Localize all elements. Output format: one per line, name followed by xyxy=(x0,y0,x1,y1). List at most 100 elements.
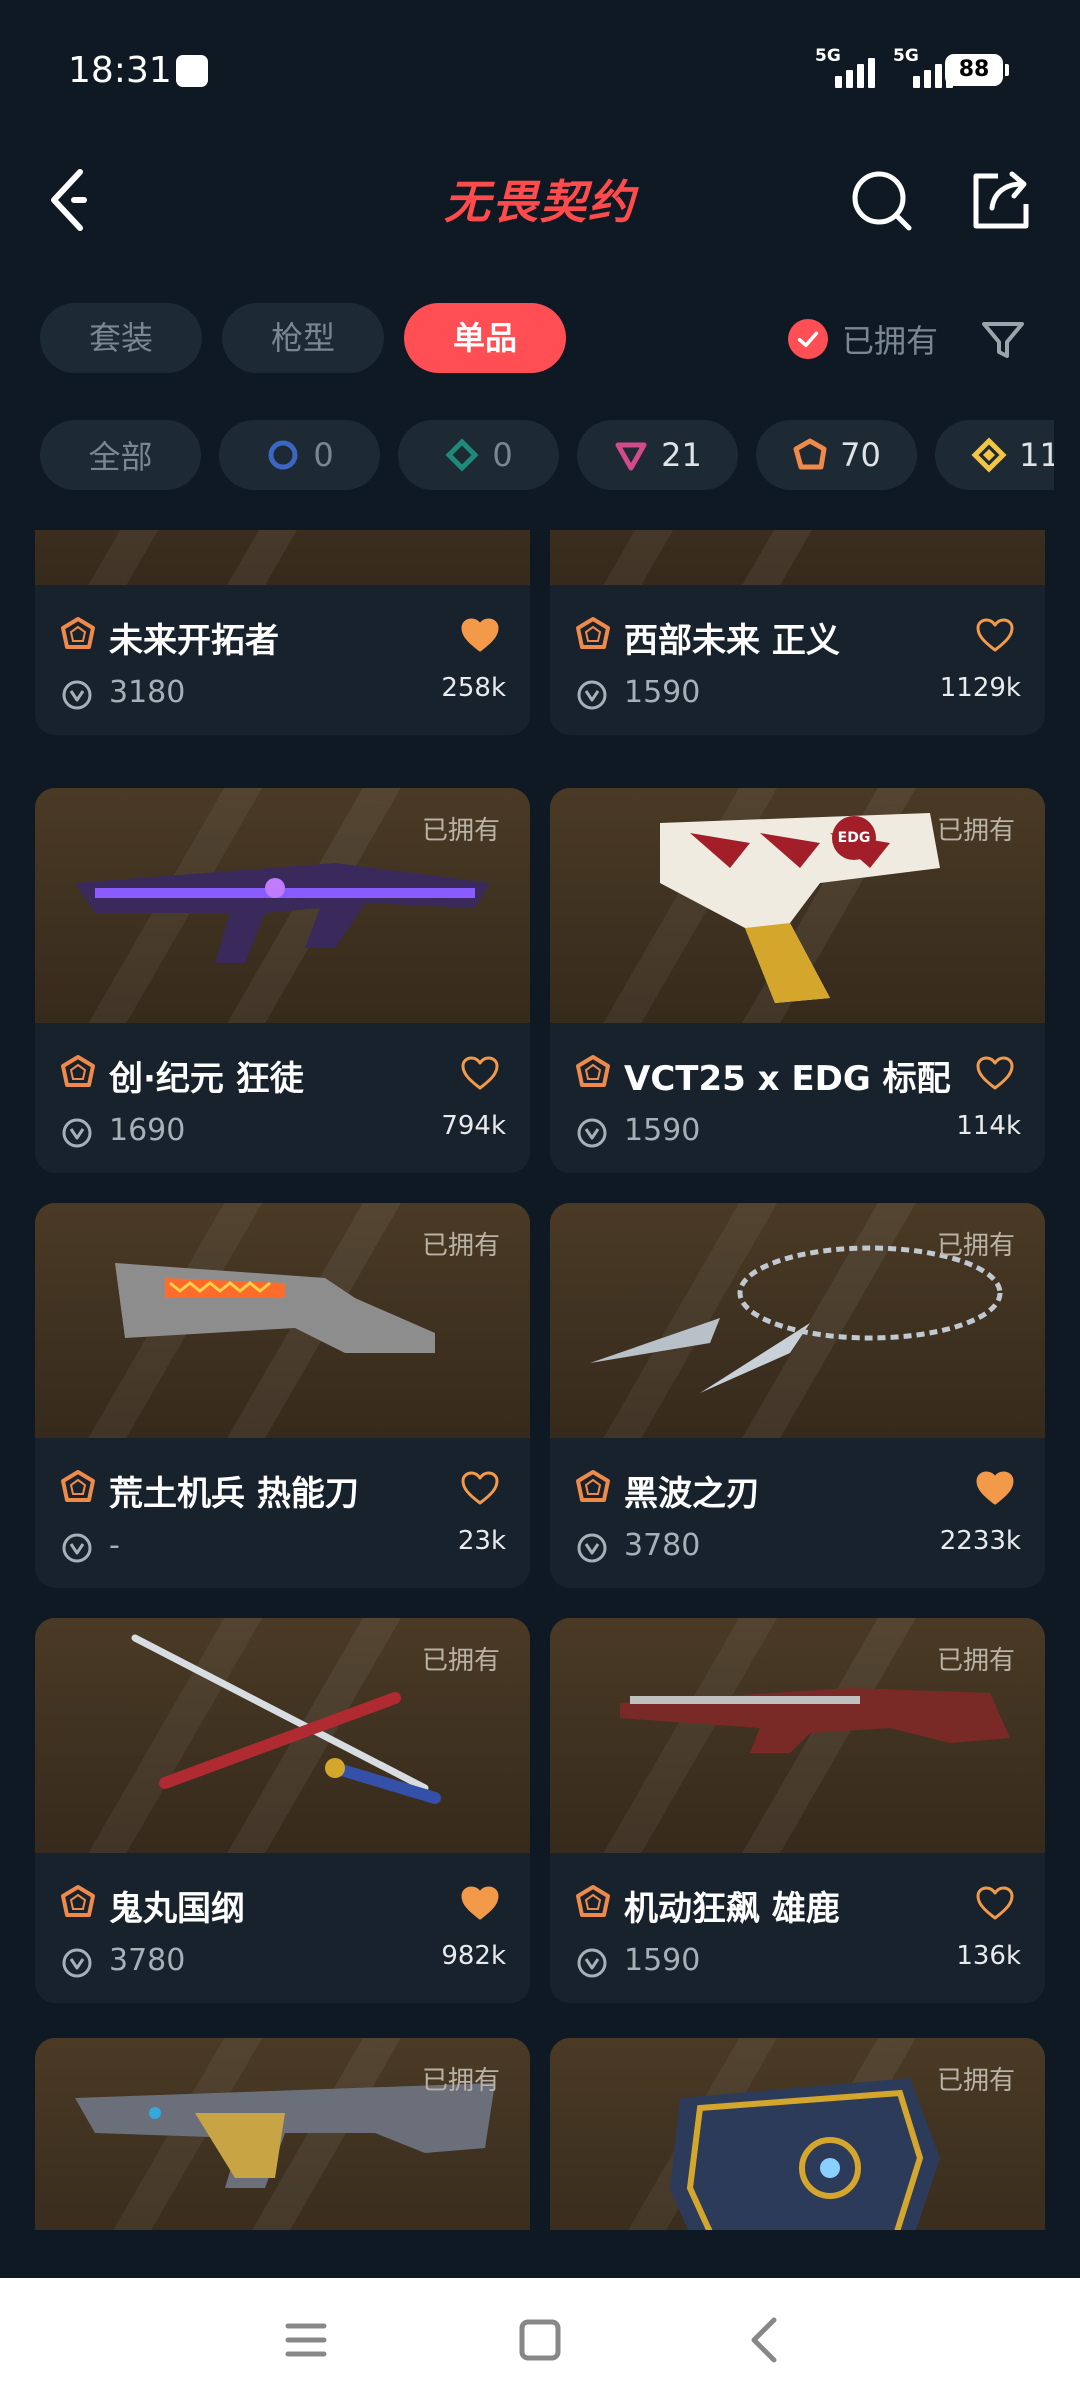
owned-label: 已拥有 xyxy=(421,1646,500,1676)
tab-single-items[interactable]: 单品 xyxy=(404,303,566,373)
chip-deluxe-tier[interactable]: 0 xyxy=(398,420,559,490)
item-card[interactable]: 已拥有 xyxy=(35,2038,530,2230)
share-button[interactable] xyxy=(962,162,1038,238)
item-info: 创·纪元 狂徒 1690 794k xyxy=(35,1023,530,1173)
owned-label: 已拥有 xyxy=(936,1231,1015,1261)
item-info: 西部未来 正义 1590 1129k xyxy=(550,585,1045,735)
signal-indicators: 5G 5G xyxy=(815,46,953,88)
deluxe-tier-icon xyxy=(445,438,479,472)
clock: 18:31 xyxy=(68,50,172,91)
home-button[interactable] xyxy=(514,2314,566,2366)
app-header: 无畏契约 xyxy=(0,140,1080,260)
notification-icon xyxy=(176,55,208,87)
item-name: 荒土机兵 热能刀 xyxy=(109,1474,359,1514)
heart-filled-icon[interactable] xyxy=(460,617,500,653)
owned-label: 已拥有 xyxy=(936,1646,1015,1676)
item-price: 1590 xyxy=(624,1943,701,1978)
heart-outline-icon[interactable] xyxy=(460,1470,500,1506)
ultra-tier-icon xyxy=(971,437,1007,473)
owned-label: 已拥有 xyxy=(421,816,500,846)
weapon-image xyxy=(35,530,530,585)
vp-currency-icon xyxy=(576,1532,608,1564)
item-image: 已拥有 xyxy=(550,1203,1045,1438)
category-tabs: 套装 枪型 单品 xyxy=(40,303,566,373)
heart-outline-icon[interactable] xyxy=(975,617,1015,653)
heart-outline-icon[interactable] xyxy=(975,1885,1015,1921)
vp-currency-icon xyxy=(61,1532,93,1564)
item-grid: 未来开拓者 3180 258k 西部未来 正义 1590 1129k 已拥有 创·纪元 狂徒 1… xyxy=(35,530,1045,2230)
chip-exclusive-tier[interactable]: 70 xyxy=(756,420,917,490)
item-name: 未来开拓者 xyxy=(109,621,279,661)
item-image: EDG 已拥有 xyxy=(550,788,1045,1023)
item-card[interactable]: 已拥有 荒土机兵 热能刀 - 23k xyxy=(35,1203,530,1588)
item-name: 鬼丸国纲 xyxy=(109,1889,245,1929)
item-price: 3180 xyxy=(109,675,186,710)
item-price: 1590 xyxy=(624,1113,701,1148)
item-info: 未来开拓者 3180 258k xyxy=(35,585,530,735)
vp-currency-icon xyxy=(576,679,608,711)
owned-label: 已拥有 xyxy=(936,2066,1015,2096)
item-card[interactable]: 已拥有黑波之刃 3780 2233k xyxy=(550,1203,1045,1588)
item-price: 1590 xyxy=(624,675,701,710)
item-card[interactable]: 未来开拓者 3180 258k xyxy=(35,530,530,735)
select-tier-icon xyxy=(268,440,298,470)
vp-currency-icon xyxy=(61,1947,93,1979)
exclusive-tier-icon xyxy=(59,1468,97,1506)
heart-outline-icon[interactable] xyxy=(460,1055,500,1091)
item-info: 荒土机兵 热能刀 - 23k xyxy=(35,1438,530,1588)
heart-filled-icon[interactable] xyxy=(460,1885,500,1921)
item-image xyxy=(35,530,530,585)
check-icon xyxy=(788,319,828,359)
item-card[interactable]: 已拥有创·纪元 狂徒 1690 794k xyxy=(35,788,530,1173)
exclusive-tier-icon xyxy=(574,1053,612,1091)
item-card[interactable]: EDG 已拥有 VCT25 x EDG 标配 1590 114k xyxy=(550,788,1045,1173)
item-image xyxy=(550,530,1045,585)
item-card[interactable]: 已拥有机动狂飙 雄鹿 1590 136k xyxy=(550,1618,1045,2003)
chip-premium-tier[interactable]: 21 xyxy=(577,420,738,490)
menu-button[interactable] xyxy=(280,2314,332,2366)
exclusive-tier-icon xyxy=(574,1468,612,1506)
search-button[interactable] xyxy=(845,162,921,238)
item-card[interactable]: 已拥有 xyxy=(550,2038,1045,2230)
chip-select-tier[interactable]: 0 xyxy=(219,420,380,490)
owned-filter-label: 已拥有 xyxy=(842,322,939,360)
home-square-icon xyxy=(519,2319,561,2361)
chip-ultra-tier[interactable]: 11 xyxy=(935,420,1054,490)
owned-label: 已拥有 xyxy=(421,2066,500,2096)
item-name: VCT25 x EDG 标配 xyxy=(624,1059,951,1099)
item-image: 已拥有 xyxy=(550,2038,1045,2230)
filter-button[interactable] xyxy=(978,314,1028,364)
item-image: 已拥有 xyxy=(550,1618,1045,1853)
exclusive-tier-icon xyxy=(574,1883,612,1921)
item-card[interactable]: 西部未来 正义 1590 1129k xyxy=(550,530,1045,735)
item-likes: 23k xyxy=(457,1526,506,1556)
heart-outline-icon[interactable] xyxy=(975,1055,1015,1091)
item-likes: 1129k xyxy=(939,673,1021,703)
item-info: 机动狂飙 雄鹿 1590 136k xyxy=(550,1853,1045,2003)
exclusive-tier-icon xyxy=(59,1053,97,1091)
item-price: 3780 xyxy=(109,1943,186,1978)
item-info: 鬼丸国纲 3780 982k xyxy=(35,1853,530,2003)
tab-weapon-types[interactable]: 枪型 xyxy=(222,303,384,373)
vp-currency-icon xyxy=(61,1117,93,1149)
item-image: 已拥有 xyxy=(35,2038,530,2230)
item-card[interactable]: 已拥有 鬼丸国纲 3780 982k xyxy=(35,1618,530,2003)
tab-bundles[interactable]: 套装 xyxy=(40,303,202,373)
funnel-icon xyxy=(982,322,1024,358)
nav-back-button[interactable] xyxy=(740,2314,792,2366)
owned-label: 已拥有 xyxy=(936,816,1015,846)
vp-currency-icon xyxy=(576,1117,608,1149)
item-name: 黑波之刃 xyxy=(624,1474,760,1514)
item-likes: 2233k xyxy=(939,1526,1021,1556)
exclusive-tier-icon xyxy=(59,1883,97,1921)
heart-filled-icon[interactable] xyxy=(975,1470,1015,1506)
nav-back-icon xyxy=(751,2317,777,2363)
exclusive-tier-icon xyxy=(574,615,612,653)
item-price: 3780 xyxy=(624,1528,701,1563)
item-price: 1690 xyxy=(109,1113,186,1148)
battery-icon: 88 xyxy=(945,54,1009,86)
premium-tier-icon xyxy=(615,442,647,471)
chip-all[interactable]: 全部 xyxy=(40,420,201,490)
exclusive-tier-icon xyxy=(59,615,97,653)
owned-filter-toggle[interactable]: 已拥有 xyxy=(788,318,938,360)
